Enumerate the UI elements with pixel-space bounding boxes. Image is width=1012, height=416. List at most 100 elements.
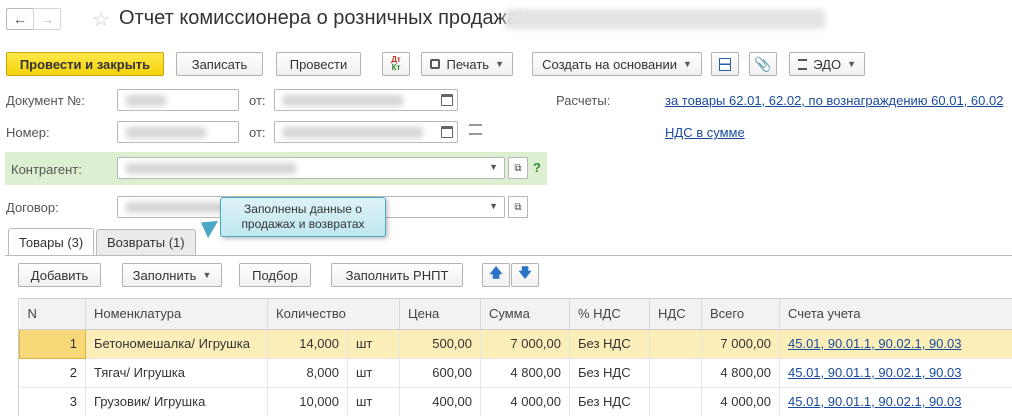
selection-button[interactable]: Подбор [239,263,311,287]
chevron-down-icon: ▼ [682,59,692,69]
sum-cell[interactable]: 4 000,00 [480,387,570,416]
title-redacted [505,9,825,29]
accounts-cell: 45.01, 90.01.1, 90.02.1, 90.03 [779,358,1012,388]
column-header[interactable]: Всего [701,299,780,330]
item-cell[interactable]: Тягач/ Игрушка [85,358,268,388]
contract-label: Договор: [6,200,59,215]
printer-icon [430,59,441,69]
row-number[interactable]: 2 [19,358,86,388]
quantity-cell[interactable]: 14,000 [267,329,348,359]
edo-button[interactable]: ЭДО ▼ [789,52,865,76]
date-field[interactable] [274,121,458,143]
open-contract-button[interactable]: ⧉ [508,196,528,218]
price-cell[interactable]: 600,00 [399,358,481,388]
tab-returns[interactable]: Возвраты (1) [96,229,196,255]
sum-cell[interactable]: 4 800,00 [480,358,570,388]
favorite-star-icon[interactable]: ☆ [92,7,110,32]
comment-icon[interactable] [469,124,482,135]
calendar-icon[interactable] [441,94,453,106]
move-up-button[interactable]: 🡅 [482,263,510,287]
vat-rate-cell[interactable]: Без НДС [569,358,650,388]
add-button[interactable]: Добавить [18,263,101,287]
unit-cell[interactable]: шт [347,387,400,416]
quantity-cell[interactable]: 10,000 [267,387,348,416]
total-cell[interactable]: 7 000,00 [701,329,780,359]
doc-date-label: от: [249,93,266,108]
chevron-down-icon[interactable]: ▼ [489,201,498,211]
accounts-link[interactable]: 45.01, 90.01.1, 90.02.1, 90.03 [788,365,961,380]
tab-goods[interactable]: Товары (3) [8,228,95,256]
accounts-link[interactable]: 45.01, 90.01.1, 90.02.1, 90.03 [788,336,961,351]
table-row[interactable]: 1 Бетономешалка/ Игрушка 14,000 шт 500,0… [19,328,1012,359]
column-header[interactable]: Счета учета [779,299,1012,330]
structure-button[interactable] [711,52,739,76]
column-header[interactable]: N [19,299,86,330]
print-button[interactable]: Печать ▼ [421,52,513,76]
column-header[interactable]: Количество [267,299,400,330]
counterparty-label: Контрагент: [11,162,82,177]
create-based-on-label: Создать на основании [542,56,677,72]
post-button[interactable]: Провести [276,52,361,76]
total-cell[interactable]: 4 000,00 [701,387,780,416]
goods-table-container: N Номенклатура Количество Цена Сумма % Н… [18,298,1012,416]
chevron-down-icon: ▼ [847,59,856,69]
column-header[interactable]: Номенклатура [85,299,268,330]
attach-button[interactable]: 📎 [749,52,777,76]
accounts-cell: 45.01, 90.01.1, 90.02.1, 90.03 [779,387,1012,416]
total-cell[interactable]: 4 800,00 [701,358,780,388]
vat-cell[interactable] [649,358,702,388]
settlements-link[interactable]: за товары 62.01, 62.02, по вознаграждени… [665,93,1003,108]
column-header[interactable]: Сумма [480,299,570,330]
dt-kt-button[interactable]: Дт Кт [382,52,410,76]
vat-rate-cell[interactable]: Без НДС [569,329,650,359]
open-icon: ⧉ [514,201,522,213]
create-based-on-button[interactable]: Создать на основании ▼ [532,52,702,76]
vat-link[interactable]: НДС в сумме [665,125,745,140]
calendar-icon[interactable] [441,126,453,138]
doc-date-field[interactable] [274,89,458,111]
arrow-down-icon: 🡇 [518,265,532,280]
arrow-up-icon: 🡅 [489,265,503,280]
accounts-link[interactable]: 45.01, 90.01.1, 90.02.1, 90.03 [788,394,961,409]
number-field[interactable] [117,121,239,143]
table-row[interactable]: 3 Грузовик/ Игрушка 10,000 шт 400,00 4 0… [19,387,1012,416]
edo-label: ЭДО [813,56,842,72]
help-icon[interactable]: ? [533,160,541,175]
vat-cell[interactable] [649,387,702,416]
column-header[interactable]: % НДС [569,299,650,330]
price-cell[interactable]: 400,00 [399,387,481,416]
column-header[interactable]: НДС [649,299,702,330]
vat-cell[interactable] [649,329,702,359]
unit-cell[interactable]: шт [347,358,400,388]
column-header[interactable]: Цена [399,299,481,330]
sum-cell[interactable]: 7 000,00 [480,329,570,359]
move-down-button[interactable]: 🡇 [511,263,539,287]
price-cell[interactable]: 500,00 [399,329,481,359]
post-and-close-button[interactable]: Провести и закрыть [6,52,164,76]
doc-number-field[interactable] [117,89,239,111]
table-row[interactable]: 2 Тягач/ Игрушка 8,000 шт 600,00 4 800,0… [19,358,1012,388]
fill-rnpt-button[interactable]: Заполнить РНПТ [331,263,463,287]
arrow-right-icon: → [40,11,54,27]
number-label: Номер: [6,125,50,140]
unit-cell[interactable]: шт [347,329,400,359]
item-cell[interactable]: Бетономешалка/ Игрушка [85,329,268,359]
row-number[interactable]: 3 [19,387,86,416]
back-button[interactable]: ← [6,8,34,30]
vat-rate-cell[interactable]: Без НДС [569,387,650,416]
item-cell[interactable]: Грузовик/ Игрушка [85,387,268,416]
goods-table: N Номенклатура Количество Цена Сумма % Н… [19,299,1012,416]
quantity-cell[interactable]: 8,000 [267,358,348,388]
chevron-down-icon[interactable]: ▼ [489,162,498,172]
counterparty-field[interactable]: ▼ [117,157,505,179]
fill-label: Заполнить [132,267,197,283]
row-number[interactable]: 1 [19,328,86,359]
save-button[interactable]: Записать [176,52,263,76]
settlements-label: Расчеты: [556,93,611,108]
open-counterparty-button[interactable]: ⧉ [508,157,528,179]
fill-button[interactable]: Заполнить ▼ [122,263,222,287]
forward-button[interactable]: → [33,8,61,30]
tab-divider [5,255,1012,256]
arrow-left-icon: ← [13,11,27,27]
callout-tooltip: Заполнены данные о продажах и возвратах [220,197,386,237]
